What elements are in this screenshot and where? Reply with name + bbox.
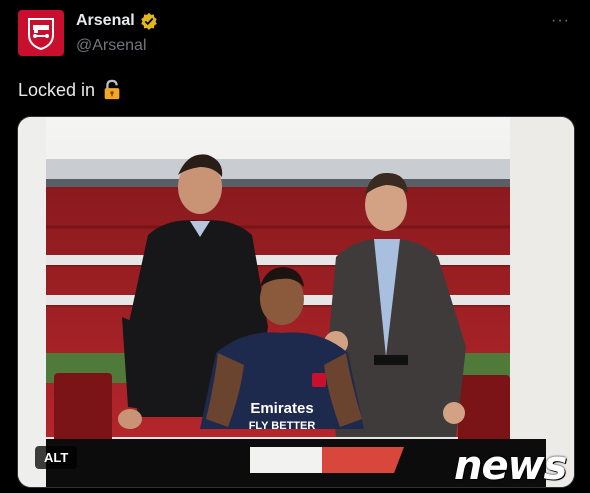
- verified-badge-icon: [140, 12, 157, 30]
- alt-text-badge[interactable]: ALT: [35, 446, 78, 469]
- tweet-text: Locked in: [18, 79, 123, 101]
- lock-icon: [104, 79, 120, 100]
- stadium-roof: [46, 159, 510, 187]
- tweet-text-content: Locked in: [18, 79, 96, 100]
- shirt-sponsor: Emirates: [250, 400, 313, 417]
- display-name[interactable]: Arsenal: [76, 12, 158, 30]
- shirt-tagline: FLY BETTER: [249, 420, 316, 432]
- news-watermark: news: [454, 443, 567, 489]
- display-name-text[interactable]: Arsenal: [76, 12, 135, 30]
- user-handle[interactable]: @Arsenal: [76, 37, 147, 55]
- tweet-media-image[interactable]: Emirates FLY BETTER: [17, 116, 575, 488]
- more-options-icon[interactable]: ···: [551, 12, 570, 30]
- arsenal-avatar-icon[interactable]: [18, 10, 64, 56]
